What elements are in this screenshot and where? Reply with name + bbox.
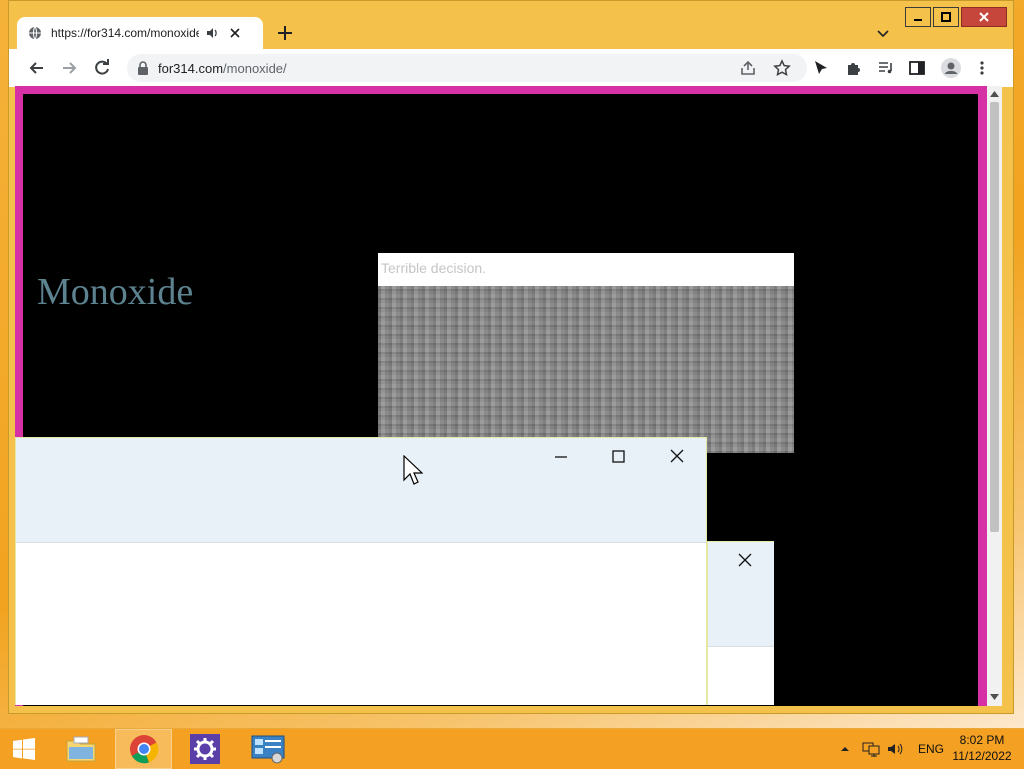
control-panel-icon — [251, 735, 285, 764]
tab-title: https://for314.com/monoxide — [51, 26, 199, 40]
share-icon[interactable] — [739, 59, 757, 77]
scroll-up-icon[interactable] — [990, 90, 999, 98]
reload-icon[interactable] — [92, 58, 112, 78]
close-button[interactable] — [961, 7, 1007, 27]
media-queue-icon[interactable] — [877, 59, 895, 77]
globe-icon — [29, 26, 41, 40]
popup-titlebar: Terrible decision. — [378, 253, 794, 286]
taskbar-file-explorer[interactable] — [56, 729, 106, 769]
taskbar: ENG 8:02 PM 11/12/2022 — [0, 728, 1024, 769]
url-text: for314.com/monoxide/ — [158, 61, 287, 76]
browser-titlebar: https://for314.com/monoxide — [9, 1, 1013, 49]
extension-cursor-icon[interactable] — [812, 59, 830, 77]
volume-icon[interactable] — [886, 741, 904, 757]
site-title: Monoxide — [37, 271, 194, 313]
forward-arrow-icon[interactable] — [59, 58, 79, 78]
scrollbar-thumb[interactable] — [990, 102, 999, 532]
address-bar[interactable]: for314.com/monoxide/ — [127, 54, 807, 82]
taskbar-chrome[interactable] — [115, 729, 172, 769]
kebab-menu-icon[interactable] — [973, 59, 991, 77]
window-controls — [903, 7, 1007, 27]
system-tray: ENG — [838, 729, 944, 769]
blank-dialog-window-2[interactable] — [707, 541, 774, 705]
new-tab-icon[interactable] — [275, 23, 295, 43]
clock-date: 11/12/2022 — [952, 749, 1012, 763]
maximize-button[interactable] — [933, 7, 959, 27]
puzzle-icon[interactable] — [845, 59, 863, 77]
chevron-down-icon[interactable] — [875, 25, 891, 41]
minimize-button[interactable] — [905, 7, 931, 27]
blank-dialog-window[interactable] — [15, 437, 707, 705]
speaker-icon[interactable] — [205, 26, 219, 40]
clock-time: 8:02 PM — [959, 733, 1005, 747]
dialog-header — [708, 542, 774, 647]
minimize-icon[interactable] — [550, 446, 572, 468]
minimize-icon — [914, 19, 922, 21]
taskbar-settings-app[interactable] — [179, 729, 231, 769]
back-arrow-icon[interactable] — [27, 58, 47, 78]
folder-icon — [66, 736, 96, 762]
popup-title: Terrible decision. — [381, 260, 487, 276]
lock-icon[interactable] — [137, 61, 149, 75]
close-icon[interactable] — [734, 550, 756, 572]
url-host: for314.com — [158, 61, 224, 76]
network-icon[interactable] — [862, 741, 880, 757]
chevron-up-icon[interactable] — [838, 742, 852, 756]
maximize-icon[interactable] — [607, 446, 629, 468]
browser-tab[interactable]: https://for314.com/monoxide — [17, 17, 263, 49]
maximize-icon — [941, 12, 951, 22]
chrome-logo-icon — [129, 735, 158, 764]
url-path: /monoxide/ — [223, 61, 287, 76]
terrible-decision-window[interactable]: Terrible decision. — [378, 253, 794, 453]
profile-avatar-icon[interactable] — [940, 57, 962, 79]
start-button[interactable] — [2, 729, 46, 769]
noise-image — [378, 286, 794, 453]
browser-toolbar: for314.com/monoxide/ — [9, 49, 1013, 87]
close-icon — [979, 12, 989, 22]
mouse-cursor-icon — [403, 455, 423, 485]
dialog-header — [16, 438, 706, 543]
side-panel-icon[interactable] — [908, 59, 926, 77]
scroll-down-icon[interactable] — [990, 693, 999, 701]
tab-close-icon[interactable] — [229, 27, 241, 39]
taskbar-control-panel[interactable] — [241, 729, 295, 769]
language-indicator[interactable]: ENG — [918, 742, 944, 756]
clock[interactable]: 8:02 PM 11/12/2022 — [944, 732, 1020, 764]
windows-logo-icon — [13, 738, 35, 760]
bookmark-star-icon[interactable] — [773, 59, 791, 77]
close-icon[interactable] — [666, 446, 688, 468]
gear-icon — [190, 734, 220, 764]
page-scrollbar[interactable] — [987, 86, 1002, 706]
